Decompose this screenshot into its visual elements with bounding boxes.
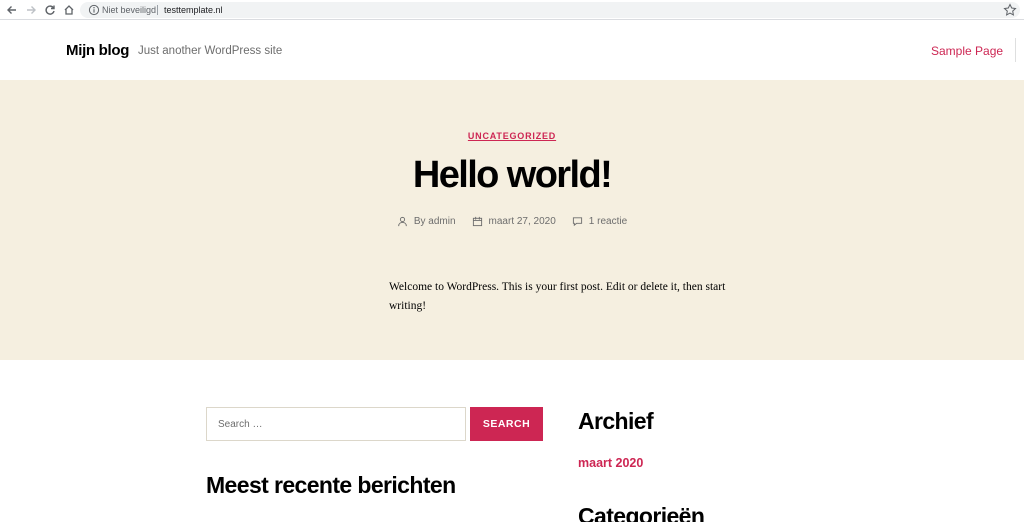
site-title[interactable]: Mijn blog — [66, 42, 129, 59]
site-header: Mijn blog Just another WordPress site Sa… — [0, 21, 1024, 80]
post-meta: By admin maart 27, 2020 1 reactie — [0, 216, 1024, 227]
home-button[interactable] — [61, 2, 77, 18]
header-divider — [1015, 38, 1016, 62]
post-hero: UNCATEGORIZED Hello world! By admin maar… — [0, 80, 1024, 360]
archive-item-maart-2020[interactable]: maart 2020 — [578, 456, 643, 470]
date-link[interactable]: maart 27, 2020 — [489, 216, 556, 227]
archive-heading: Archief — [578, 408, 654, 434]
url-text[interactable]: testtemplate.nl — [164, 3, 223, 17]
comment-icon — [572, 217, 582, 227]
post-category: UNCATEGORIZED — [0, 126, 1024, 144]
post-date: maart 27, 2020 — [472, 216, 556, 227]
categories-heading: Categorieën — [578, 503, 705, 522]
user-icon — [398, 216, 407, 227]
arrow-left-icon — [7, 6, 16, 14]
post-comments: 1 reactie — [572, 216, 627, 227]
post-content: Welcome to WordPress. This is your first… — [389, 281, 726, 312]
comments-link[interactable]: 1 reactie — [589, 216, 627, 227]
site-tagline: Just another WordPress site — [138, 45, 283, 57]
search-button[interactable]: SEARCH — [470, 407, 543, 441]
omnibox-divider — [157, 5, 158, 15]
forward-button[interactable] — [23, 2, 39, 18]
arrow-right-icon — [27, 6, 36, 14]
post-title: Hello world! — [412, 154, 613, 196]
star-icon[interactable] — [1003, 3, 1017, 17]
search-input[interactable] — [206, 407, 466, 441]
post-author: By admin — [397, 216, 456, 227]
calendar-icon — [472, 216, 482, 227]
browser-toolbar: Niet beveiligd testtemplate.nl — [0, 0, 1024, 20]
recent-posts-heading: Meest recente berichten — [206, 472, 456, 498]
info-icon[interactable] — [88, 4, 100, 16]
nav-item-sample-page[interactable]: Sample Page — [931, 44, 1003, 58]
reload-button[interactable] — [42, 2, 58, 18]
back-button[interactable] — [4, 2, 20, 18]
author-link[interactable]: By admin — [414, 216, 456, 227]
reload-icon — [45, 5, 55, 15]
category-link[interactable]: UNCATEGORIZED — [468, 131, 556, 141]
home-icon — [64, 5, 74, 15]
security-label[interactable]: Niet beveiligd — [102, 3, 156, 17]
